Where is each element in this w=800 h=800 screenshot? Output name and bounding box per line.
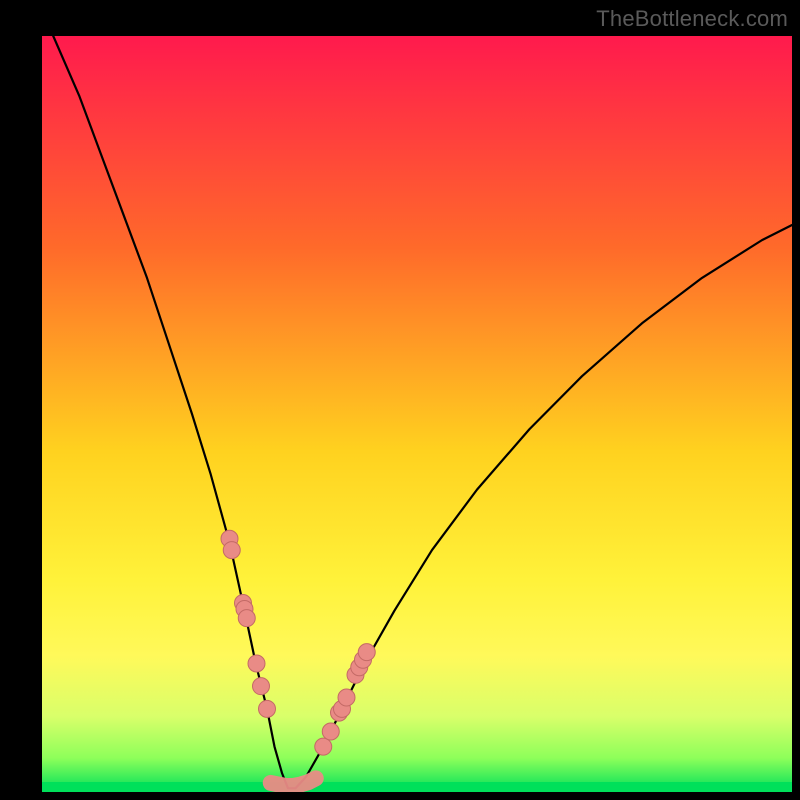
data-point xyxy=(358,644,375,661)
data-point xyxy=(338,689,355,706)
data-point xyxy=(253,678,270,695)
valley-band xyxy=(271,778,316,786)
data-point xyxy=(223,542,240,559)
chart-svg xyxy=(42,36,792,792)
data-point xyxy=(238,610,255,627)
watermark-label: TheBottleneck.com xyxy=(596,6,788,32)
plot-area xyxy=(42,36,792,792)
gradient-background xyxy=(42,36,792,792)
data-point xyxy=(315,738,332,755)
green-floor xyxy=(42,782,792,792)
data-point xyxy=(259,700,276,717)
data-point xyxy=(248,655,265,672)
chart-frame: TheBottleneck.com xyxy=(0,0,800,800)
data-point xyxy=(322,723,339,740)
